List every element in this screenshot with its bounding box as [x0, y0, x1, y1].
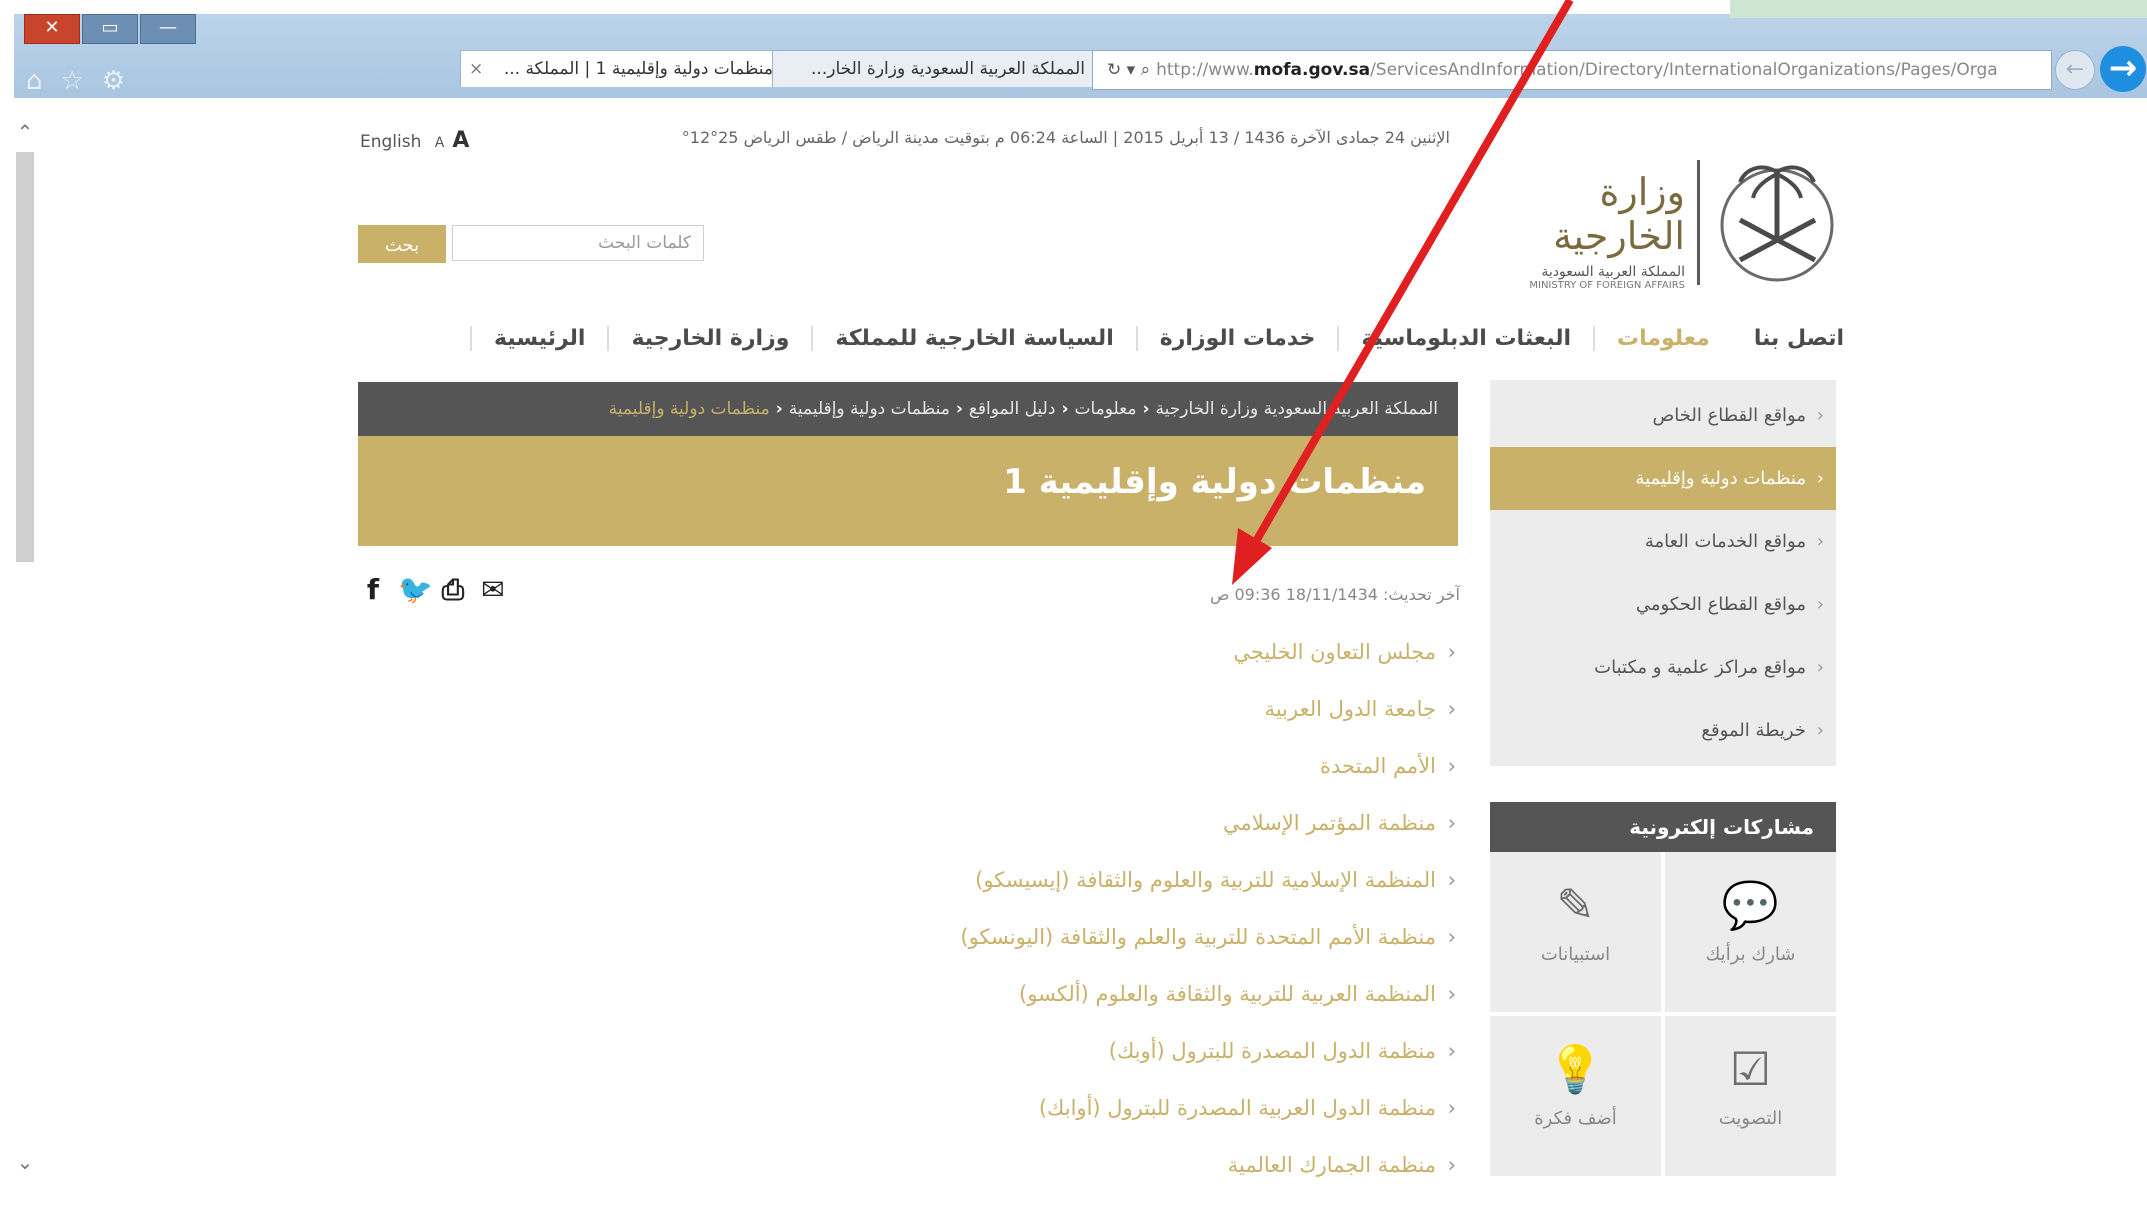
add-idea-tile[interactable]: 💡 أضف فكرة: [1490, 1016, 1661, 1176]
breadcrumb-item[interactable]: المملكة العربية السعودية وزارة الخارجية: [1155, 399, 1438, 419]
list-item[interactable]: منظمة المؤتمر الإسلامي: [700, 811, 1460, 868]
maximize-window-button[interactable]: ▭: [82, 14, 138, 44]
address-bar[interactable]: ↻ ▾ ⌕ http://www.mofa.gov.sa/ServicesAndI…: [1092, 50, 2052, 90]
sidebar: مواقع القطاع الخاص منظمات دولية وإقليمية…: [1490, 380, 1836, 1176]
nav-services[interactable]: خدمات الوزارة: [1135, 325, 1338, 351]
language-switch[interactable]: English AA: [360, 128, 469, 153]
search-button[interactable]: بحث: [358, 225, 446, 263]
sidebar-item-science-libraries[interactable]: مواقع مراكز علمية و مكتبات: [1490, 636, 1836, 699]
eparticipation-header: مشاركات إلكترونية: [1490, 802, 1836, 852]
list-item[interactable]: المنظمة العربية للتربية والثقافة والعلوم…: [700, 982, 1460, 1039]
main-navigation: الرئيسية وزارة الخارجية السياسة الخارجية…: [470, 318, 1844, 358]
vote-checkbox-icon: ☑: [1729, 1042, 1772, 1096]
scroll-up-icon[interactable]: ⌃: [14, 120, 36, 144]
search-input[interactable]: كلمات البحث: [452, 225, 704, 261]
url-path: /ServicesAndInformation/Directory/Intern…: [1370, 60, 1998, 80]
breadcrumb-item[interactable]: منظمات دولية وإقليمية: [789, 399, 950, 419]
email-icon[interactable]: ✉: [478, 575, 508, 605]
forward-arrow-icon[interactable]: →: [2100, 46, 2146, 92]
comment-icon: 💬: [1721, 878, 1780, 932]
share-opinion-tile[interactable]: 💬 شارك برأيك: [1665, 852, 1836, 1012]
tile-label: استبيانات: [1540, 944, 1611, 965]
list-item[interactable]: منظمة الأمم المتحدة للتربية والعلم والثق…: [700, 925, 1460, 982]
browser-toolbar-icons: ⌂ ☆ ⚙: [26, 66, 125, 96]
sidebar-item-sitemap[interactable]: خريطة الموقع: [1490, 699, 1836, 762]
twitter-icon[interactable]: 🐦: [398, 575, 433, 605]
logo-divider: [1697, 160, 1700, 285]
sidebar-item-government[interactable]: مواقع القطاع الحكومي: [1490, 573, 1836, 636]
list-item[interactable]: جامعة الدول العربية: [700, 697, 1460, 754]
url-domain: mofa.gov.sa: [1253, 60, 1371, 80]
logo-subtitle: المملكة العربية السعودية: [1541, 264, 1685, 280]
window-controls: ✕ ▭ —: [24, 14, 198, 44]
tile-label: التصويت: [1718, 1108, 1783, 1129]
tile-label: أضف فكرة: [1534, 1108, 1617, 1129]
scroll-thumb[interactable]: [16, 152, 34, 562]
nav-contact[interactable]: اتصل بنا: [1732, 326, 1866, 351]
nav-home[interactable]: الرئيسية: [470, 325, 607, 351]
list-item[interactable]: مجلس التعاون الخليجي: [700, 640, 1460, 697]
logo-english: MINISTRY OF FOREIGN AFFAIRS: [1529, 280, 1685, 291]
list-item[interactable]: منظمة الدول المصدرة للبترول (أوبك): [700, 1039, 1460, 1096]
browser-tab-active[interactable]: × منظمات دولية وإقليمية 1 | المملكة ...: [460, 50, 786, 87]
vote-tile[interactable]: ☑ التصويت: [1665, 1016, 1836, 1176]
chevron-left-icon: ‹: [955, 399, 963, 419]
breadcrumb: المملكة العربية السعودية وزارة الخارجية‹…: [358, 382, 1458, 436]
chevron-left-icon: ‹: [1061, 399, 1069, 419]
url-prefix: http://www.: [1156, 60, 1254, 80]
breadcrumb-item[interactable]: معلومات: [1074, 399, 1136, 419]
organizations-list: مجلس التعاون الخليجي جامعة الدول العربية…: [700, 640, 1460, 1210]
back-arrow-icon[interactable]: ←: [2055, 50, 2095, 90]
settings-gear-icon[interactable]: ⚙: [102, 66, 125, 96]
vertical-scrollbar[interactable]: ⌃ ⌄: [14, 110, 36, 1185]
nav-information[interactable]: معلومات: [1593, 325, 1732, 351]
chevron-left-icon: ‹: [1142, 399, 1150, 419]
nav-foreign-policy[interactable]: السياسة الخارجية للمملكة: [811, 325, 1135, 351]
sidebar-item-public-services[interactable]: مواقع الخدمات العامة: [1490, 510, 1836, 573]
facebook-icon[interactable]: f: [358, 575, 388, 605]
chevron-left-icon: ‹: [775, 399, 783, 419]
sidebar-item-intl-orgs[interactable]: منظمات دولية وإقليمية: [1490, 447, 1836, 510]
page-title: منظمات دولية وإقليمية 1: [1003, 462, 1426, 502]
ministry-logo[interactable]: وزارة الخارجية المملكة العربية السعودية …: [1480, 150, 1840, 291]
favorites-star-icon[interactable]: ☆: [61, 66, 84, 96]
font-decrease-icon[interactable]: A: [435, 135, 445, 151]
survey-icon: ✎: [1556, 878, 1595, 932]
date-weather-bar: الإثنين 24 جمادى الآخرة 1436 / 13 أبريل …: [360, 128, 1450, 158]
share-toolbar: f 🐦 ⎙ ✉: [358, 575, 508, 605]
english-link[interactable]: English: [360, 132, 421, 152]
logo-title: وزارة الخارجية: [1553, 170, 1685, 258]
saudi-emblem-icon: [1720, 165, 1834, 282]
nav-ministry[interactable]: وزارة الخارجية: [607, 325, 811, 351]
logo-text: وزارة الخارجية المملكة العربية السعودية …: [1480, 170, 1685, 291]
refresh-icon[interactable]: ↻ ▾ ⌕: [1093, 51, 1156, 89]
minimize-window-button[interactable]: —: [140, 14, 196, 44]
list-item[interactable]: منظمة الجمارك العالمية: [700, 1153, 1460, 1210]
eparticipation-tiles: ✎ استبيانات 💬 شارك برأيك 💡 أضف فكرة ☑ ال…: [1490, 852, 1836, 1176]
browser-tab[interactable]: المملكة العربية السعودية وزارة الخار...: [772, 50, 1098, 87]
list-item[interactable]: المنظمة الإسلامية للتربية والعلوم والثقا…: [700, 868, 1460, 925]
list-item[interactable]: الأمم المتحدة: [700, 754, 1460, 811]
breadcrumb-current: منظمات دولية وإقليمية: [608, 399, 770, 419]
last-updated: آخر تحديث: 18/11/1434 09:36 ص: [1210, 585, 1460, 604]
tab-close-icon[interactable]: ×: [469, 51, 483, 87]
breadcrumb-item[interactable]: دليل المواقع: [969, 399, 1056, 419]
list-item[interactable]: منظمة الدول العربية المصدرة للبترول (أوا…: [700, 1096, 1460, 1153]
notification-strip: [1730, 0, 2147, 18]
scroll-down-icon[interactable]: ⌄: [14, 1150, 36, 1174]
page-title-band: منظمات دولية وإقليمية 1: [358, 436, 1458, 546]
sidebar-menu: مواقع القطاع الخاص منظمات دولية وإقليمية…: [1490, 380, 1836, 766]
nav-missions[interactable]: البعثات الدبلوماسية: [1337, 325, 1593, 351]
date-weather-text: الإثنين 24 جمادى الآخرة 1436 / 13 أبريل …: [681, 128, 1450, 147]
home-icon[interactable]: ⌂: [26, 66, 43, 96]
survey-tile[interactable]: ✎ استبيانات: [1490, 852, 1661, 1012]
tile-label: شارك برأيك: [1705, 944, 1796, 965]
close-window-button[interactable]: ✕: [24, 14, 80, 44]
tab-label: منظمات دولية وإقليمية 1 | المملكة ...: [503, 59, 773, 79]
font-increase-icon[interactable]: A: [452, 128, 469, 153]
sidebar-item-private-sector[interactable]: مواقع القطاع الخاص: [1490, 384, 1836, 447]
lightbulb-icon: 💡: [1546, 1042, 1605, 1096]
print-icon[interactable]: ⎙: [438, 575, 468, 605]
tab-label: المملكة العربية السعودية وزارة الخار...: [811, 59, 1085, 79]
